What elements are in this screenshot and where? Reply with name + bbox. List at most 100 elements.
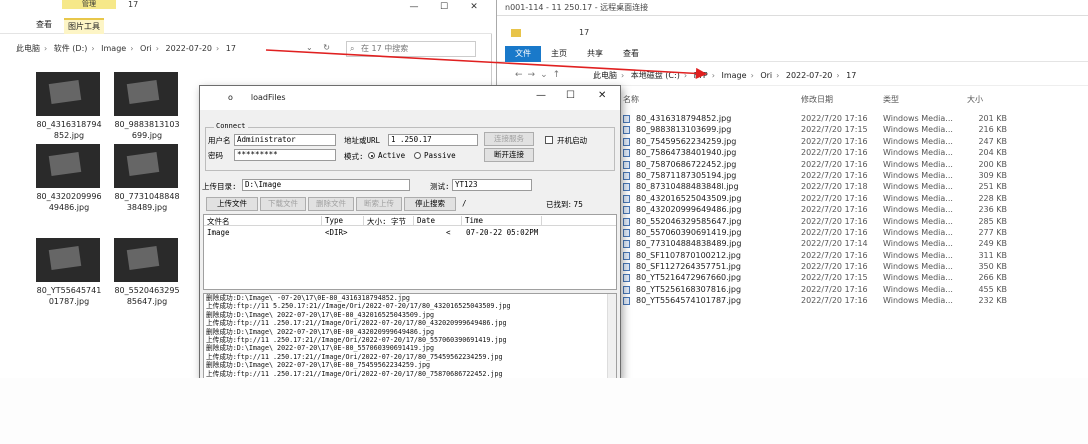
file-row[interactable]: 80_9883813103699.jpg 2022/7/20 17:15 Windo…: [623, 124, 1083, 135]
file-row[interactable]: 80_SF1107870100212.jpg 2022/7/20 17:16 Win…: [623, 250, 1083, 261]
file-row[interactable]: 80_4316318794852.jpg 2022/7/20 17:16 Windo…: [623, 113, 1083, 124]
upload-file-button[interactable]: 上传文件: [206, 197, 258, 211]
breadcrumb-item[interactable]: FTP: [694, 71, 708, 80]
thumbnail-item[interactable]: 80_7731048848 38489.jpg: [114, 144, 184, 213]
breadcrumb-item[interactable]: 17: [226, 44, 236, 53]
file-row[interactable]: 80_75864738401940.jpg 2022/7/20 17:16 Wind…: [623, 147, 1083, 158]
thumbnail-item[interactable]: 80_4316318794852.jpg: [36, 72, 106, 141]
file-row[interactable]: 80_75459562234259.jpg 2022/7/20 17:16 Wind…: [623, 136, 1083, 147]
column-header-size[interactable]: 大小: [967, 94, 983, 105]
column-header-type[interactable]: 类型: [883, 94, 899, 105]
tab-view[interactable]: 查看: [32, 18, 56, 34]
file-row[interactable]: 80_YT5256168307816.jpg 2022/7/20 17:16 Win…: [623, 284, 1083, 295]
breadcrumb-item[interactable]: Ori: [760, 71, 772, 80]
column-header-filename[interactable]: 文件名: [204, 216, 322, 226]
minimize-button[interactable]: —: [400, 0, 428, 14]
upload-dir-field[interactable]: D:\Image: [242, 179, 410, 191]
breadcrumb-item[interactable]: 本地磁盘 (C:): [631, 71, 680, 80]
tab-picture-tools[interactable]: 图片工具: [64, 18, 104, 34]
log-line: 删除成功:D:\Image\ 2022-07-20\17\0E-80_43201…: [206, 310, 435, 319]
up-icon[interactable]: ↑: [553, 70, 566, 80]
breadcrumb-item[interactable]: Image: [101, 44, 126, 53]
file-row[interactable]: 80_432020999649486.jpg 2022/7/20 17:16 Win…: [623, 204, 1083, 215]
column-header-date[interactable]: Date: [414, 216, 462, 225]
breadcrumb-item[interactable]: Image: [722, 71, 747, 80]
disconnect-button[interactable]: 断开连接: [484, 148, 534, 162]
download-file-button[interactable]: 下载文件: [260, 197, 306, 211]
thumbnail-item[interactable]: 80_9883813103699.jpg: [114, 72, 184, 141]
tab-share[interactable]: 共享: [577, 46, 613, 62]
breadcrumb-item[interactable]: 2022-07-20: [786, 71, 833, 80]
column-header-name[interactable]: 名称: [623, 94, 639, 105]
file-type: Windows Media...: [883, 125, 953, 135]
file-row[interactable]: 80_SF1127264357751.jpg 2022/7/20 17:16 Win…: [623, 261, 1083, 272]
remote-address-bar[interactable]: ←→⌄↑ 此电脑 › 本地磁盘 (C:) › FTP › Image › Ori › 20…: [497, 66, 1088, 86]
column-header-type[interactable]: Type: [322, 216, 364, 225]
breadcrumb-item[interactable]: 2022-07-20: [166, 44, 213, 53]
password-field[interactable]: *********: [234, 149, 336, 161]
close-button[interactable]: ✕: [598, 90, 606, 101]
search-input[interactable]: ⌕ 在 17 中搜索: [346, 41, 476, 57]
autostart-checkbox[interactable]: [545, 136, 553, 144]
file-date: 2022/7/20 17:16: [801, 114, 868, 123]
maximize-button[interactable]: ☐: [430, 0, 458, 14]
tab-file[interactable]: 文件: [505, 46, 541, 62]
search-placeholder: 在 17 中搜索: [361, 44, 409, 53]
quick-access-toolbar: 17: [497, 16, 1088, 46]
file-type: Windows Media...: [883, 284, 953, 294]
tab-home[interactable]: 主页: [541, 46, 577, 62]
file-size: 309 KB: [978, 170, 1007, 180]
thumbnail-item[interactable]: 80_5520463295 85647.jpg: [114, 238, 184, 307]
back-icon[interactable]: ←: [515, 70, 528, 80]
file-row[interactable]: 80_YT5564574101787.jpg 2022/7/20 17:16 Win…: [623, 295, 1083, 306]
username-field[interactable]: Administrator: [234, 134, 336, 146]
file-name: 80_552046329585647.jpg: [636, 216, 742, 226]
forward-icon[interactable]: →: [528, 70, 541, 80]
delete-file-button[interactable]: 删除文件: [308, 197, 354, 211]
connect-button[interactable]: 连接服务: [484, 132, 534, 146]
url-field[interactable]: 1 .250.17: [388, 134, 478, 146]
column-header-date[interactable]: 修改日期: [801, 94, 833, 105]
file-row[interactable]: 80_557060390691419.jpg 2022/7/20 17:16 Win…: [623, 227, 1083, 238]
file-row[interactable]: 80_YT5216472967660.jpg 2022/7/20 17:15 Win…: [623, 272, 1083, 283]
file-row[interactable]: 80_773104884838489.jpg 2022/7/20 17:14 Win…: [623, 238, 1083, 249]
dropdown-icon[interactable]: ⌄: [306, 43, 313, 52]
stop-search-button[interactable]: 停止搜索: [404, 197, 456, 211]
upload-files-dialog: o loadFiles — ☐ ✕ Connect 用户名 Administrat…: [199, 85, 621, 380]
dialog-title-prefix: o: [228, 93, 233, 102]
maximize-button[interactable]: ☐: [566, 90, 575, 101]
url-label: 地址或URL: [344, 136, 381, 145]
refresh-icon[interactable]: ↻: [323, 43, 330, 52]
address-bar[interactable]: 此电脑 › 软件 (D:) › Image › Ori › 2022-07-20 › 17…: [0, 40, 492, 58]
breadcrumb-item[interactable]: 此电脑: [593, 71, 617, 80]
breadcrumb-item[interactable]: 17: [846, 71, 856, 80]
file-row[interactable]: 80_75870686722452.jpg 2022/7/20 17:16 Wind…: [623, 159, 1083, 170]
log-line: 删除成功:D:\Image\ 2022-07-20\17\0E-80_55706…: [206, 344, 435, 353]
breadcrumb-item[interactable]: 此电脑: [16, 44, 40, 53]
image-file-icon: [623, 206, 630, 215]
minimize-button[interactable]: —: [536, 90, 546, 101]
tab-view[interactable]: 查看: [613, 46, 649, 62]
log-output[interactable]: 删除成功:D:\Image\ -07-20\17\0E-80_431631879…: [203, 293, 617, 379]
column-header-time[interactable]: Time: [462, 216, 542, 225]
ftp-file-list[interactable]: 文件名 Type 大小: 字节 Date Time Image <DIR> < …: [203, 214, 617, 290]
file-size: 350 KB: [978, 262, 1007, 272]
chevron-down-icon[interactable]: ⌄: [540, 70, 553, 80]
column-header-size[interactable]: 大小: 字节: [364, 216, 414, 226]
found-count: 已找到: 75: [546, 200, 583, 209]
thumbnail-item[interactable]: 80_YT55645741 01787.jpg: [36, 238, 106, 307]
file-row[interactable]: 80_552046329585647.jpg 2022/7/20 17:16 Win…: [623, 216, 1083, 227]
file-row[interactable]: 80_87310488483848l.jpg 2022/7/20 17:18 Win…: [623, 181, 1083, 192]
file-row[interactable]: 80_432016525043509.jpg 2022/7/20 17:16 Win…: [623, 193, 1083, 204]
radio-active[interactable]: [368, 152, 375, 159]
close-button[interactable]: ✕: [460, 0, 488, 14]
search-upload-button[interactable]: 断索上传: [356, 197, 402, 211]
chevron-right-icon: ›: [836, 71, 840, 80]
breadcrumb-item[interactable]: Ori: [140, 44, 152, 53]
radio-passive[interactable]: [414, 152, 421, 159]
file-row[interactable]: 80_75871187305194.jpg 2022/7/20 17:16 Wind…: [623, 170, 1083, 181]
thumbnail-item[interactable]: 80_4320209996 49486.jpg: [36, 144, 106, 213]
test-field[interactable]: YT123: [452, 179, 532, 191]
breadcrumb-item[interactable]: 软件 (D:): [54, 44, 88, 53]
file-date: 2022/7/20 17:18: [801, 182, 868, 192]
